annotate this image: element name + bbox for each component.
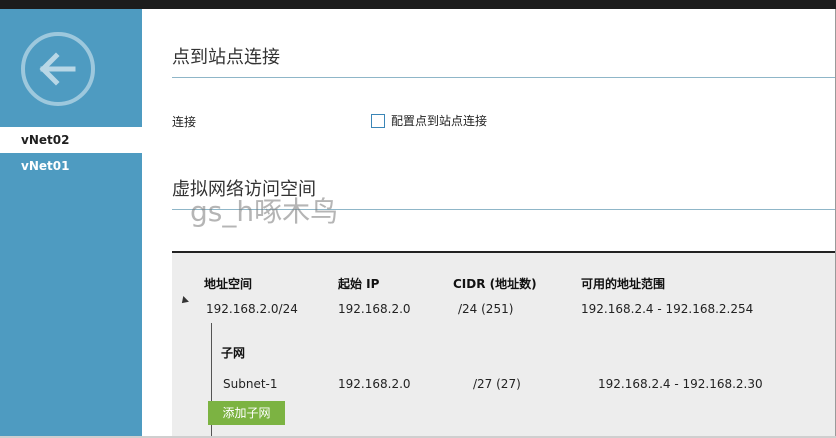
arrow-left-icon	[39, 52, 76, 86]
column-header-start-ip: 起始 IP	[338, 277, 380, 291]
sidebar: vNet02 vNet01	[0, 9, 142, 438]
subnet-name-cell[interactable]: Subnet-1	[223, 377, 278, 391]
p2s-checkbox-label[interactable]: 配置点到站点连接	[391, 112, 487, 129]
subnet-range-cell: 192.168.2.4 - 192.168.2.30	[598, 377, 763, 391]
p2s-divider	[172, 77, 835, 78]
address-space-table: 地址空间 起始 IP CIDR (地址数) 可用的地址范围 192.168.2.…	[172, 251, 835, 438]
subnet-heading: 子网	[221, 346, 246, 360]
window-top-bar	[0, 0, 836, 9]
subnet-start-ip-cell: 192.168.2.0	[338, 377, 411, 391]
sidebar-item-vnet02[interactable]: vNet02	[0, 127, 142, 153]
p2s-checkbox[interactable]	[371, 113, 385, 128]
column-header-address-space: 地址空间	[204, 277, 253, 291]
column-header-range: 可用的地址范围	[581, 277, 666, 291]
sidebar-item-vnet01[interactable]: vNet01	[0, 153, 142, 179]
connection-label: 连接	[172, 115, 197, 129]
column-header-cidr: CIDR (地址数)	[453, 277, 537, 291]
range-cell: 192.168.2.4 - 192.168.2.254	[581, 302, 754, 316]
cidr-cell[interactable]: /24 (251)	[458, 302, 513, 316]
back-button[interactable]	[21, 32, 95, 106]
add-subnet-button[interactable]: 添加子网	[208, 401, 285, 425]
collapse-triangle-icon[interactable]	[179, 296, 189, 306]
address-space-cell[interactable]: 192.168.2.0/24	[206, 302, 298, 316]
subnet-cidr-cell[interactable]: /27 (27)	[473, 377, 521, 391]
p2s-section-title: 点到站点连接	[172, 47, 280, 68]
p2s-checkbox-control[interactable]: 配置点到站点连接	[371, 112, 487, 129]
start-ip-cell: 192.168.2.0	[338, 302, 411, 316]
watermark-text: gs_h啄木鸟	[190, 195, 339, 228]
